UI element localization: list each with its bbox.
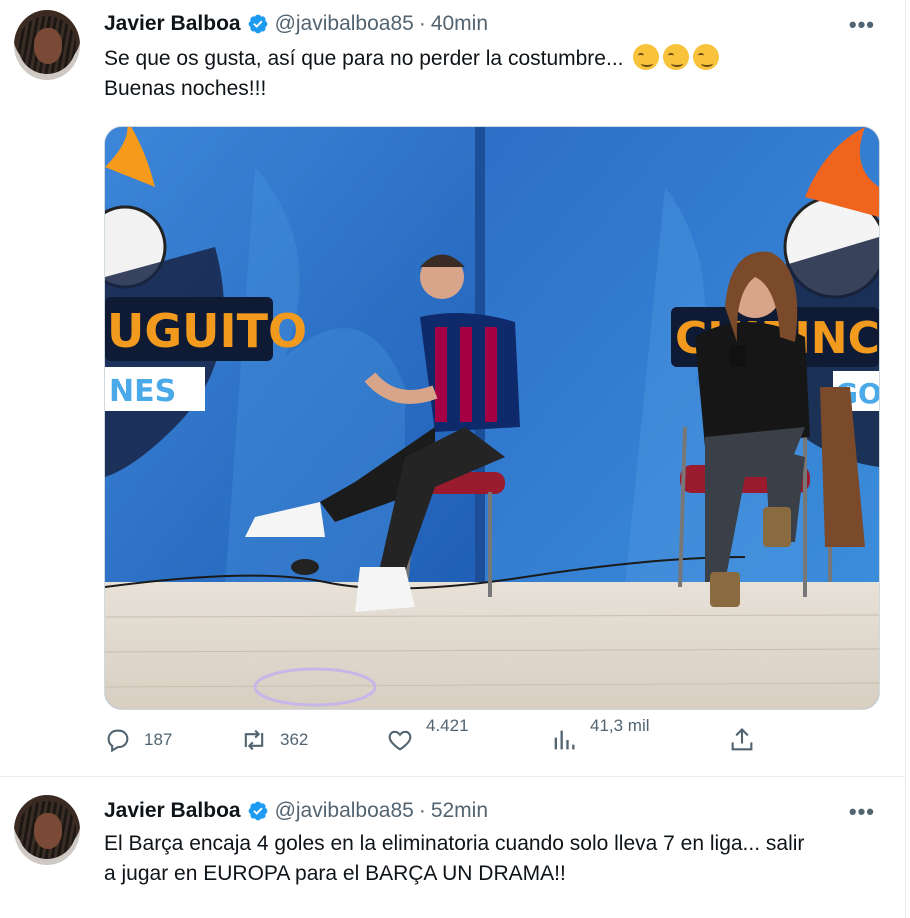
reply-button[interactable]: 187 <box>104 726 172 754</box>
share-icon <box>731 728 753 751</box>
author-name[interactable]: Javier Balboa <box>104 799 241 823</box>
retweet-icon <box>244 729 264 751</box>
tweet[interactable]: Javier Balboa @javibalboa85 · 52min ••• … <box>0 777 905 918</box>
tweet-text-line: El Barça encaja 4 goles en la eliminator… <box>104 832 805 855</box>
tweet-text-line: a jugar en EUROPA para el BARÇA UN DRAMA… <box>104 862 566 885</box>
separator: · <box>418 799 426 822</box>
avatar[interactable] <box>14 10 80 80</box>
more-horizontal-icon[interactable]: ••• <box>849 12 875 38</box>
retweet-button[interactable]: 362 <box>240 726 308 754</box>
smirk-emoji <box>693 44 720 70</box>
tweet-text-line: Se que os gusta, así que para no perder … <box>104 47 624 70</box>
reply-count: 187 <box>144 730 173 749</box>
tweet[interactable]: Javier Balboa @javibalboa85 · 40min ••• … <box>0 0 905 776</box>
share-button[interactable] <box>728 726 756 754</box>
verified-badge-icon <box>247 13 269 35</box>
views-icon <box>554 730 575 750</box>
tweet-text: El Barça encaja 4 goles en la eliminator… <box>104 829 884 889</box>
tweet-photo[interactable]: UGUITO NES CHIRINC GO <box>104 126 880 710</box>
verified-badge-icon <box>247 800 269 822</box>
author-name[interactable]: Javier Balboa <box>104 12 241 36</box>
tweet-time[interactable]: 40min <box>431 12 488 36</box>
avatar[interactable] <box>14 795 80 865</box>
like-count: 4.421 <box>426 716 469 735</box>
column-border <box>905 0 906 918</box>
retweet-count: 362 <box>280 730 309 749</box>
like-button[interactable]: 4.421 <box>386 716 469 754</box>
author-handle[interactable]: @javibalboa85 <box>275 799 414 823</box>
tweet-time[interactable]: 52min <box>431 799 488 823</box>
smirk-emoji <box>663 44 690 70</box>
tweet-actions: 187 362 4.421 41,3 mil <box>104 716 804 766</box>
photo-scene: UGUITO NES CHIRINC GO <box>105 127 879 709</box>
tweet-header: Javier Balboa @javibalboa85 · 52min <box>104 799 488 823</box>
reply-icon <box>107 729 129 753</box>
views-button[interactable]: 41,3 mil <box>550 716 650 754</box>
author-handle[interactable]: @javibalboa85 <box>275 12 414 36</box>
tweet-header: Javier Balboa @javibalboa85 · 40min <box>104 12 488 36</box>
left-logo-text: UGUITO <box>107 304 307 358</box>
tweet-text: Se que os gusta, así que para no perder … <box>104 44 884 104</box>
tweet-text-line: Buenas noches!!! <box>104 77 267 100</box>
heart-icon <box>388 730 412 751</box>
separator: · <box>418 12 426 35</box>
more-horizontal-icon[interactable]: ••• <box>849 799 875 825</box>
views-count: 41,3 mil <box>590 716 650 735</box>
left-banner-text: NES <box>109 374 176 409</box>
smirk-emoji <box>633 44 660 70</box>
